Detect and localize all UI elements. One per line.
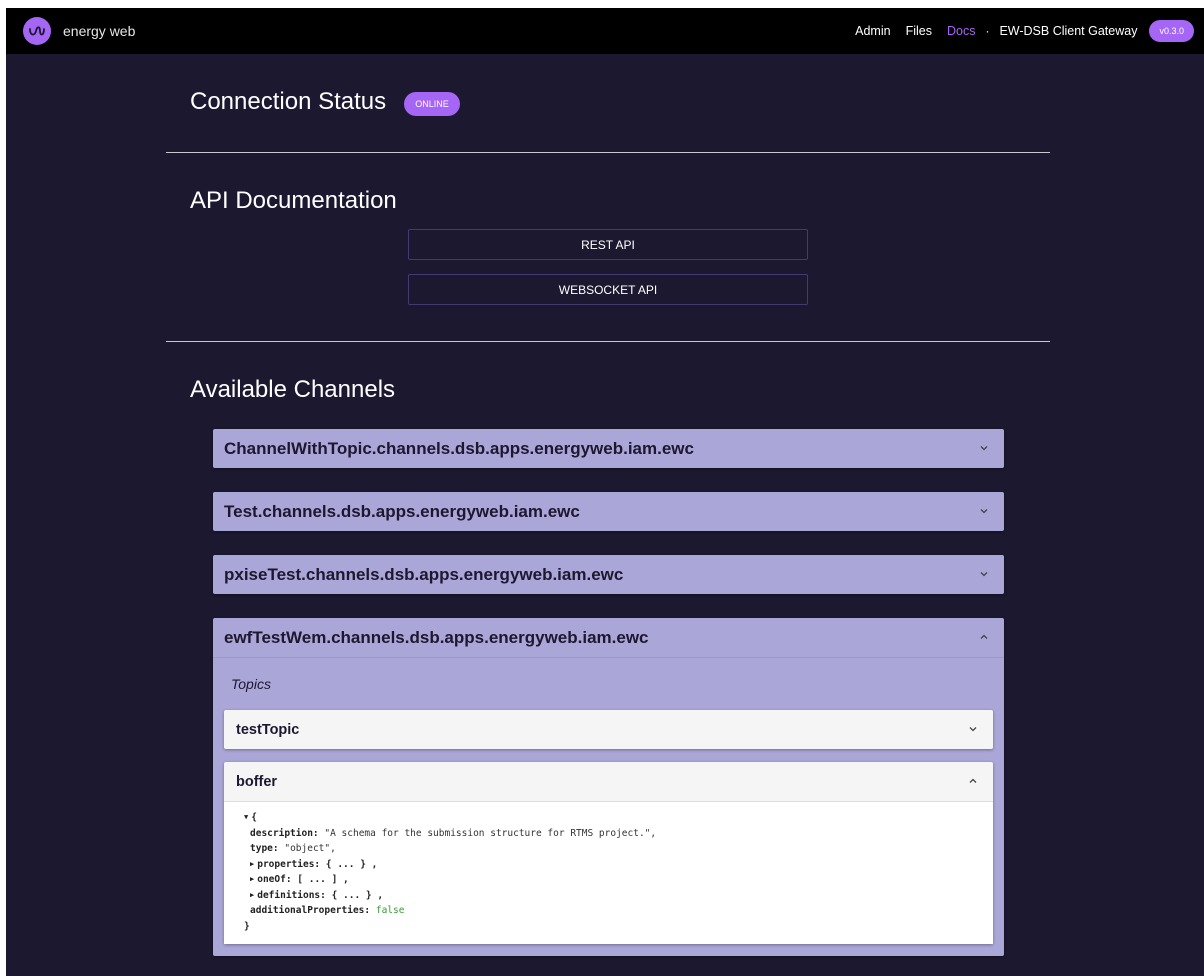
expand-triangle-icon[interactable]: ▶ <box>250 860 254 868</box>
channel-name: pxiseTest.channels.dsb.apps.energyweb.ia… <box>224 564 624 584</box>
app-window: energy web Admin Files Docs · EW-DSB Cli… <box>6 8 1204 976</box>
chevron-down-icon[interactable] <box>978 505 990 517</box>
json-row: type: "object", <box>250 843 336 854</box>
topic-item-expanded[interactable]: boffer ▼{ description: "A schema for the… <box>224 762 993 944</box>
channel-header[interactable]: pxiseTest.channels.dsb.apps.energyweb.ia… <box>213 555 1004 594</box>
topic-header[interactable]: boffer <box>224 762 993 801</box>
channel-header[interactable]: ewfTestWem.channels.dsb.apps.energyweb.i… <box>213 618 1004 658</box>
chevron-down-icon[interactable] <box>978 442 990 454</box>
available-channels-title: Available Channels <box>190 376 396 403</box>
channel-name: ChannelWithTopic.channels.dsb.apps.energ… <box>224 438 694 458</box>
json-row: } <box>244 920 250 932</box>
schema-viewer: ▼{ description: "A schema for the submis… <box>224 801 993 944</box>
json-root[interactable]: ▼{ <box>244 810 993 826</box>
json-row-collapsible[interactable]: ▶ oneOf: [ ... ] , <box>244 872 993 888</box>
chevron-up-icon[interactable] <box>967 775 979 787</box>
nav-admin[interactable]: Admin <box>855 24 890 38</box>
channel-item[interactable]: pxiseTest.channels.dsb.apps.energyweb.ia… <box>213 555 1004 594</box>
channel-name: Test.channels.dsb.apps.energyweb.iam.ewc <box>224 501 580 521</box>
divider <box>166 341 1050 342</box>
topic-item[interactable]: testTopic <box>224 710 993 749</box>
topics-label: Topics <box>231 676 271 692</box>
json-row: description: "A schema for the submissio… <box>250 827 657 839</box>
channel-item-expanded[interactable]: ewfTestWem.channels.dsb.apps.energyweb.i… <box>213 618 1004 956</box>
collapse-triangle-icon[interactable]: ▼ <box>244 813 248 821</box>
rest-api-button[interactable]: REST API <box>408 229 808 260</box>
topic-name: testTopic <box>236 721 300 738</box>
channel-item[interactable]: Test.channels.dsb.apps.energyweb.iam.ewc <box>213 492 1004 531</box>
topic-name: boffer <box>236 773 278 790</box>
json-row: additionalProperties: false <box>250 905 405 916</box>
status-badge: ONLINE <box>404 92 460 116</box>
energy-web-logo-icon[interactable] <box>23 17 51 45</box>
nav-separator: · <box>985 24 990 38</box>
channel-header[interactable]: Test.channels.dsb.apps.energyweb.iam.ewc <box>213 492 1004 531</box>
websocket-api-button[interactable]: WEBSOCKET API <box>408 274 808 305</box>
divider <box>166 152 1050 153</box>
expand-triangle-icon[interactable]: ▶ <box>250 891 254 899</box>
channel-name: ewfTestWem.channels.dsb.apps.energyweb.i… <box>224 627 649 647</box>
json-row-collapsible[interactable]: ▶ properties: { ... } , <box>244 857 993 873</box>
channel-header[interactable]: ChannelWithTopic.channels.dsb.apps.energ… <box>213 429 1004 468</box>
json-row-collapsible[interactable]: ▶ definitions: { ... } , <box>244 888 993 904</box>
expand-triangle-icon[interactable]: ▶ <box>250 875 254 883</box>
chevron-up-icon[interactable] <box>978 631 990 643</box>
channel-item[interactable]: ChannelWithTopic.channels.dsb.apps.energ… <box>213 429 1004 468</box>
brand-name[interactable]: energy web <box>63 23 135 39</box>
top-nav: Admin Files Docs · EW-DSB Client Gateway… <box>840 20 1194 42</box>
chevron-down-icon[interactable] <box>978 568 990 580</box>
api-documentation-title: API Documentation <box>190 187 397 214</box>
top-bar: energy web Admin Files Docs · EW-DSB Cli… <box>6 8 1204 54</box>
nav-docs[interactable]: Docs <box>947 24 975 38</box>
nav-files[interactable]: Files <box>906 24 932 38</box>
topic-header[interactable]: testTopic <box>224 710 993 749</box>
gateway-name: EW-DSB Client Gateway <box>999 24 1138 38</box>
chevron-down-icon[interactable] <box>967 723 979 735</box>
connection-status-title: Connection Status <box>190 88 387 115</box>
version-badge: v0.3.0 <box>1149 20 1194 42</box>
